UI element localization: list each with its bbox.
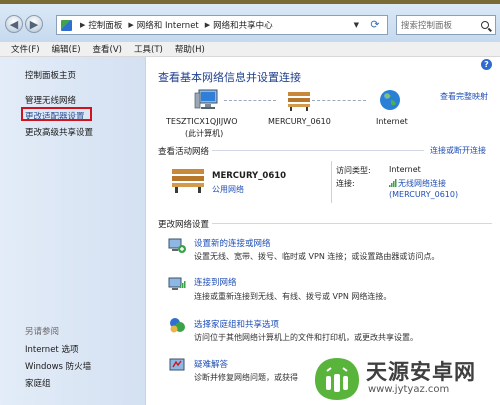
full-map-link[interactable]: 查看完整映射 [440, 91, 488, 102]
sidebar-item-advanced-sharing[interactable]: 更改高级共享设置 [25, 126, 93, 138]
forward-button[interactable]: ▶ [25, 15, 43, 33]
help-icon[interactable]: ? [481, 59, 492, 70]
connection-label: 连接: [336, 179, 355, 188]
menu-file[interactable]: 文件(F) [11, 43, 40, 55]
task-new-connection-link[interactable]: 设置新的连接或网络 [194, 237, 271, 249]
task-troubleshoot-desc: 诊断并修复网络问题，或获得 [194, 373, 298, 382]
chevron-right-icon[interactable]: ▶ [128, 21, 133, 29]
address-toolbar: ◀ ▶ ▶ 控制面板 ▶ 网络和 Internet ▶ 网络和共享中心 ▼ ⟳ … [0, 4, 500, 42]
chevron-right-icon[interactable]: ▶ [80, 21, 85, 29]
access-type-value: Internet [389, 165, 421, 174]
breadcrumb-control-panel[interactable]: 控制面板 [88, 19, 122, 31]
task-connect-network-link[interactable]: 连接到网络 [194, 276, 237, 288]
search-icon[interactable] [481, 21, 489, 29]
divider [331, 161, 332, 203]
chevron-right-icon[interactable]: ▶ [205, 21, 210, 29]
access-type-label: 访问类型: [336, 166, 371, 175]
sidebar-item-firewall[interactable]: Windows 防火墙 [25, 360, 91, 372]
see-also-heading: 另请参阅 [25, 327, 60, 337]
sidebar: 控制面板主页 管理无线网络 更改适配器设置 更改高级共享设置 另请参阅 Inte… [0, 57, 146, 405]
forward-arrow-icon: ▶ [29, 17, 39, 31]
watermark-url: www.jytyaz.com [368, 384, 450, 395]
search-placeholder: 搜索控制面板 [401, 21, 453, 31]
wifi-signal-icon [389, 179, 397, 187]
search-input[interactable]: 搜索控制面板 [396, 15, 496, 35]
wireless-connection-link[interactable]: 无线网络连接 [398, 178, 446, 189]
sidebar-item-manage-wireless[interactable]: 管理无线网络 [25, 94, 76, 106]
watermark: 天源安卓网 www.jytyaz.com [300, 352, 500, 405]
connect-disconnect-link[interactable]: 连接或断开连接 [430, 145, 486, 156]
watermark-logo-icon [315, 358, 359, 400]
control-panel-icon [61, 19, 72, 31]
sidebar-item-homegroup[interactable]: 家庭组 [25, 377, 51, 389]
change-settings-heading: 更改网络设置 [158, 220, 210, 230]
task-connect-network-desc: 连接或重新连接到无线、有线、拨号或 VPN 网络连接。 [194, 292, 392, 301]
task-homegroup-desc: 访问位于其他网络计算机上的文件和打印机，或更改共享设置。 [194, 333, 418, 342]
map-this-computer: (此计算机) [185, 129, 224, 138]
map-router-name: MERCURY_0610 [268, 117, 331, 126]
highlight-box [21, 107, 92, 121]
computer-icon[interactable] [194, 87, 220, 113]
menu-edit[interactable]: 编辑(E) [52, 43, 81, 55]
task-homegroup-link[interactable]: 选择家庭组和共享选项 [194, 318, 279, 330]
menu-view[interactable]: 查看(V) [93, 43, 122, 55]
active-networks-heading: 查看活动网络 [158, 147, 210, 157]
map-connector [312, 100, 366, 102]
active-network-name: MERCURY_0610 [212, 171, 287, 181]
bench-network-icon[interactable] [170, 165, 206, 195]
menu-tools[interactable]: 工具(T) [134, 43, 163, 55]
map-computer-name: TESZTICX1QJIJWO [166, 117, 238, 126]
task-troubleshoot-link[interactable]: 疑难解答 [194, 358, 228, 370]
breadcrumb-network-internet[interactable]: 网络和 Internet [137, 19, 199, 31]
sidebar-item-home[interactable]: 控制面板主页 [25, 69, 76, 81]
task-new-connection-desc: 设置无线、宽带、拨号、临时或 VPN 连接；或设置路由器或访问点。 [194, 252, 440, 261]
map-connector [224, 100, 276, 102]
watermark-text: 天源安卓网 [366, 360, 476, 384]
menu-help[interactable]: 帮助(H) [175, 43, 205, 55]
connect-network-icon [168, 277, 186, 290]
sidebar-item-internet-options[interactable]: Internet 选项 [25, 343, 78, 355]
breadcrumb-sharing-center[interactable]: 网络和共享中心 [213, 19, 273, 31]
divider [212, 150, 424, 151]
back-arrow-icon: ◀ [9, 17, 19, 31]
divider [212, 223, 492, 224]
page-title: 查看基本网络信息并设置连接 [158, 71, 301, 84]
breadcrumb[interactable]: ▶ 控制面板 ▶ 网络和 Internet ▶ 网络和共享中心 ▼ ⟳ [56, 15, 388, 35]
new-connection-icon [168, 238, 186, 253]
back-button[interactable]: ◀ [5, 15, 23, 33]
troubleshoot-icon [169, 358, 185, 371]
homegroup-icon [170, 318, 185, 333]
menu-bar: 文件(F) 编辑(E) 查看(V) 工具(T) 帮助(H) [0, 42, 500, 57]
network-type-link[interactable]: 公用网络 [212, 184, 244, 195]
map-internet: Internet [376, 117, 408, 126]
globe-icon[interactable] [378, 88, 402, 112]
bench-router-icon[interactable] [286, 89, 312, 111]
chevron-down-icon[interactable]: ▼ [354, 21, 359, 29]
refresh-icon[interactable]: ⟳ [367, 18, 383, 32]
wireless-ssid-link[interactable]: (MERCURY_0610) [389, 190, 458, 199]
